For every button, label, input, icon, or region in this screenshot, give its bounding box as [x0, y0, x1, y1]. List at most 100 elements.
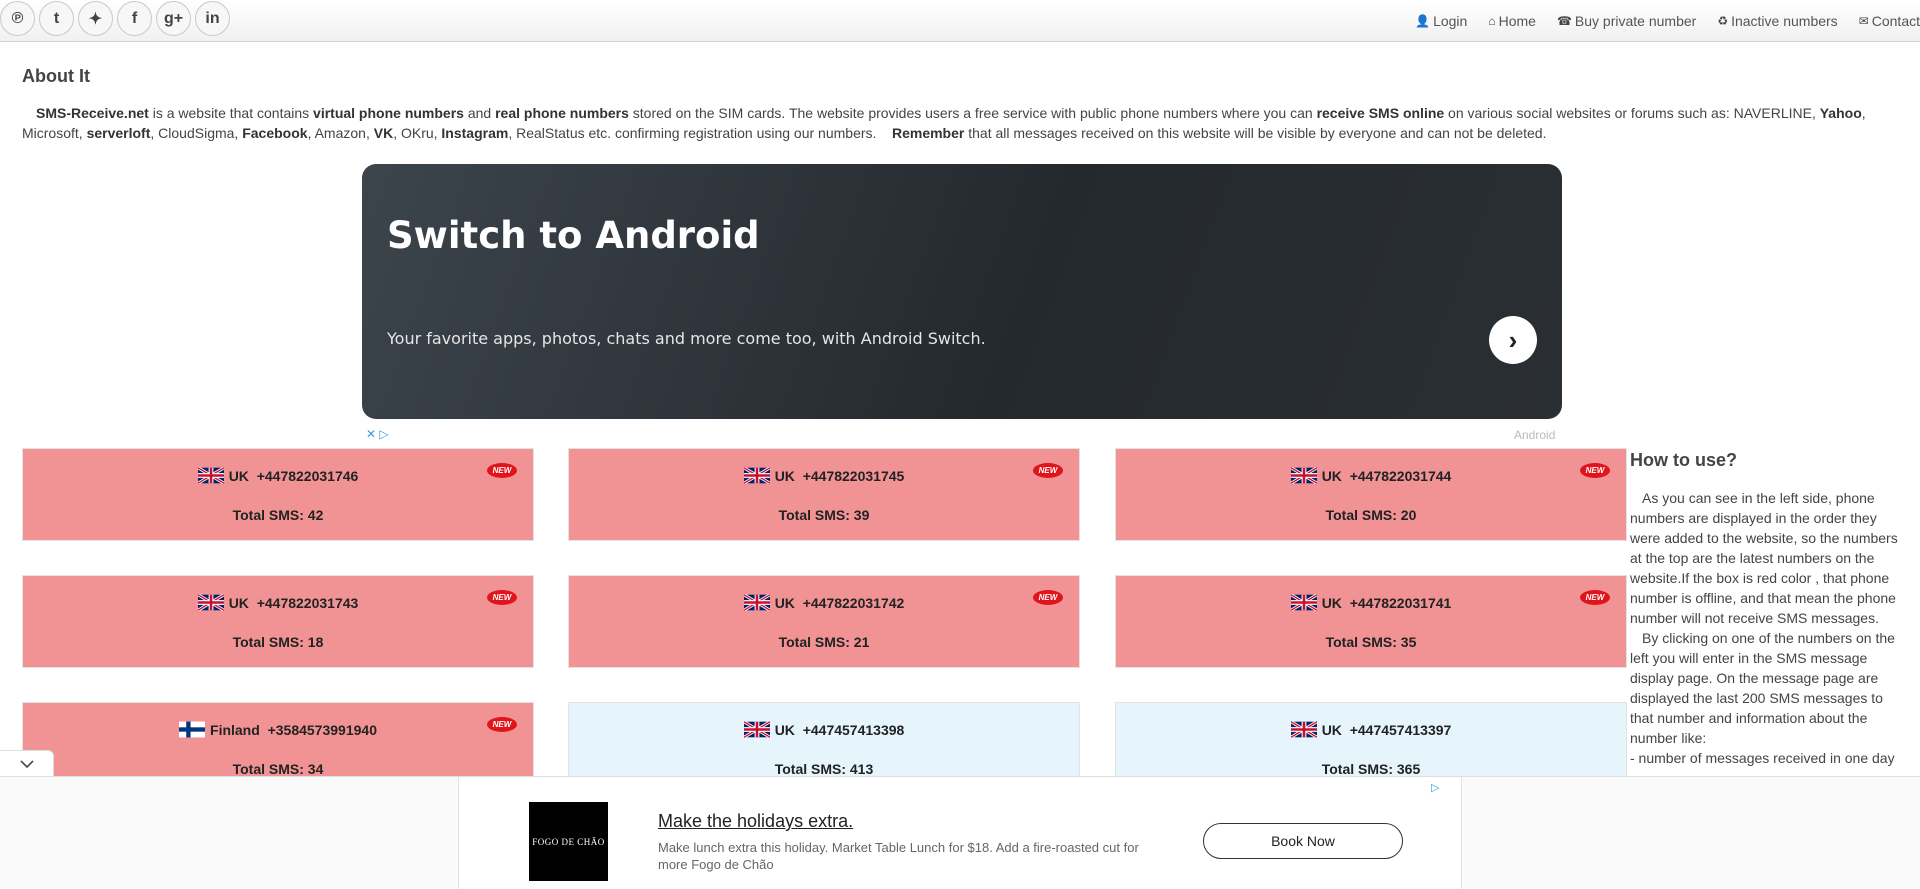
- number-heading: UK +447822031743: [23, 593, 533, 612]
- new-badge: NEW: [487, 463, 517, 478]
- uk-flag-icon: [742, 466, 771, 485]
- country-name: UK: [774, 468, 795, 484]
- nav-login[interactable]: 👤 Login: [1415, 13, 1467, 29]
- uk-flag-icon: [1289, 466, 1318, 485]
- pinterest-icon[interactable]: ℗: [0, 1, 35, 36]
- book-now-button[interactable]: Book Now: [1203, 823, 1403, 859]
- phone-icon: ☎: [1556, 14, 1572, 28]
- nav-home[interactable]: ⌂ Home: [1488, 13, 1536, 29]
- googleplus-icon[interactable]: g+: [156, 1, 191, 36]
- nav-contact[interactable]: ✉ Contact: [1859, 13, 1920, 29]
- nav-buy-private-number[interactable]: ☎ Buy private number: [1557, 13, 1696, 29]
- bottom-ad-title[interactable]: Make the holidays extra.: [658, 811, 853, 832]
- number-box[interactable]: UK +447822031746 Total SMS: 42 NEW: [22, 448, 534, 541]
- total-sms: Total SMS: 365: [1321, 761, 1421, 777]
- howto-text: As you can see in the left side, phone n…: [1630, 488, 1902, 770]
- number-heading: UK +447822031741: [1116, 593, 1626, 612]
- phone-number: +447822031741: [1349, 595, 1452, 611]
- chevron-right-icon[interactable]: ›: [1489, 316, 1537, 364]
- country-name: UK: [774, 595, 795, 611]
- uk-flag-icon: [1289, 593, 1318, 612]
- nav-inactive-numbers[interactable]: ♻ Inactive numbers: [1717, 13, 1837, 29]
- chevron-down-icon[interactable]: [0, 750, 54, 776]
- about-text-span: , OKru,: [393, 125, 442, 141]
- about-text-span: , CloudSigma,: [150, 125, 243, 141]
- number-box[interactable]: UK +447822031741 Total SMS: 35 NEW: [1115, 575, 1627, 668]
- about-title: About It: [22, 66, 90, 86]
- new-badge: NEW: [1033, 463, 1063, 478]
- about-text-bold: Instagram: [441, 125, 509, 141]
- number-box[interactable]: UK +447822031744 Total SMS: 20 NEW: [1115, 448, 1627, 541]
- ad-choices-icon[interactable]: ✕ ▷: [366, 427, 389, 441]
- phone-number: +3584573991940: [267, 722, 377, 738]
- about-text-span: on various social websites or forums suc…: [1444, 105, 1820, 121]
- country-name: UK: [1321, 468, 1342, 484]
- number-box[interactable]: UK +447822031742 Total SMS: 21 NEW: [568, 575, 1080, 668]
- bottom-ad-content[interactable]: FOGO DE CHÃO Make the holidays extra. Ma…: [458, 777, 1462, 889]
- number-heading: UK +447822031744: [1116, 466, 1626, 485]
- phone-number: +447822031745: [802, 468, 905, 484]
- phone-number: +447457413397: [1349, 722, 1452, 738]
- total-sms: Total SMS: 20: [1325, 507, 1417, 523]
- finland-flag-icon: [179, 721, 206, 738]
- ad-subtitle: Your favorite apps, photos, chats and mo…: [387, 329, 986, 348]
- country-name: UK: [1321, 595, 1342, 611]
- uk-flag-icon: [1289, 720, 1318, 739]
- about-text-span: that all messages received on this websi…: [964, 125, 1547, 141]
- country-name: Finland: [210, 722, 260, 738]
- about-text-span: is a website that contains: [148, 105, 314, 121]
- bottom-ad: FOGO DE CHÃO Make the holidays extra. Ma…: [0, 776, 1920, 889]
- total-sms: Total SMS: 413: [774, 761, 874, 777]
- howto-title: How to use?: [1630, 450, 1737, 470]
- nav-label: Home: [1498, 13, 1536, 29]
- linkedin-icon[interactable]: in: [195, 1, 230, 36]
- total-sms: Total SMS: 42: [232, 507, 324, 523]
- fogo-de-chao-logo: FOGO DE CHÃO: [529, 802, 608, 881]
- number-box[interactable]: UK +447822031743 Total SMS: 18 NEW: [22, 575, 534, 668]
- nav-label: Buy private number: [1574, 13, 1697, 29]
- about-text-bold: Remember: [891, 125, 965, 141]
- country-name: UK: [228, 595, 249, 611]
- phone-number: +447822031746: [256, 468, 359, 484]
- about-text-bold: virtual phone numbers: [313, 105, 464, 121]
- ad-choices-icon[interactable]: ▷: [1431, 781, 1439, 794]
- nav-label: Contact: [1871, 13, 1920, 29]
- twitter-icon[interactable]: ✦: [78, 1, 113, 36]
- number-heading: UK +447457413397: [1116, 720, 1626, 739]
- tumblr-icon[interactable]: t: [39, 1, 74, 36]
- howto-paragraph: As you can see in the left side, phone n…: [1630, 490, 1898, 626]
- country-name: UK: [774, 722, 795, 738]
- nav-label: Login: [1433, 13, 1468, 29]
- ad-brand: Android: [1514, 428, 1556, 442]
- about-text-span: and: [463, 105, 496, 121]
- about-text-bold: real phone numbers: [495, 105, 629, 121]
- main-nav: 👤 Login ⌂ Home ☎ Buy private number ♻ Inactive …: [1394, 0, 1920, 42]
- total-sms: Total SMS: 35: [1325, 634, 1417, 650]
- total-sms: Total SMS: 18: [232, 634, 324, 650]
- recycle-icon: ♻: [1717, 14, 1729, 28]
- total-sms: Total SMS: 39: [778, 507, 870, 523]
- new-badge: NEW: [487, 717, 517, 732]
- new-badge: NEW: [1580, 463, 1610, 478]
- about-text-span: stored on the SIM cards. The website pro…: [628, 105, 1317, 121]
- uk-flag-icon: [196, 466, 225, 485]
- about-text-bold: serverloft: [86, 125, 151, 141]
- about-text: SMS-Receive.net is a website that contai…: [22, 103, 1902, 143]
- number-box[interactable]: UK +447822031745 Total SMS: 39 NEW: [568, 448, 1080, 541]
- android-ad-banner[interactable]: Switch to Android Your favorite apps, ph…: [362, 164, 1562, 419]
- number-heading: UK +447822031745: [569, 466, 1079, 485]
- facebook-icon[interactable]: f: [117, 1, 152, 36]
- social-links: ℗ t ✦ f g+ in: [0, 1, 230, 36]
- about-text-bold: receive SMS online: [1316, 105, 1445, 121]
- home-icon: ⌂: [1488, 14, 1496, 28]
- about-text-bold: Facebook: [242, 125, 308, 141]
- number-heading: UK +447822031746: [23, 466, 533, 485]
- bottom-ad-description: Make lunch extra this holiday. Market Ta…: [658, 840, 1139, 872]
- total-sms: Total SMS: 21: [778, 634, 870, 650]
- number-heading: UK +447457413398: [569, 720, 1079, 739]
- number-heading: UK +447822031742: [569, 593, 1079, 612]
- phone-number: +447822031743: [256, 595, 359, 611]
- new-badge: NEW: [487, 590, 517, 605]
- ad-title: Switch to Android: [387, 214, 760, 257]
- about-text-span: , Amazon,: [307, 125, 374, 141]
